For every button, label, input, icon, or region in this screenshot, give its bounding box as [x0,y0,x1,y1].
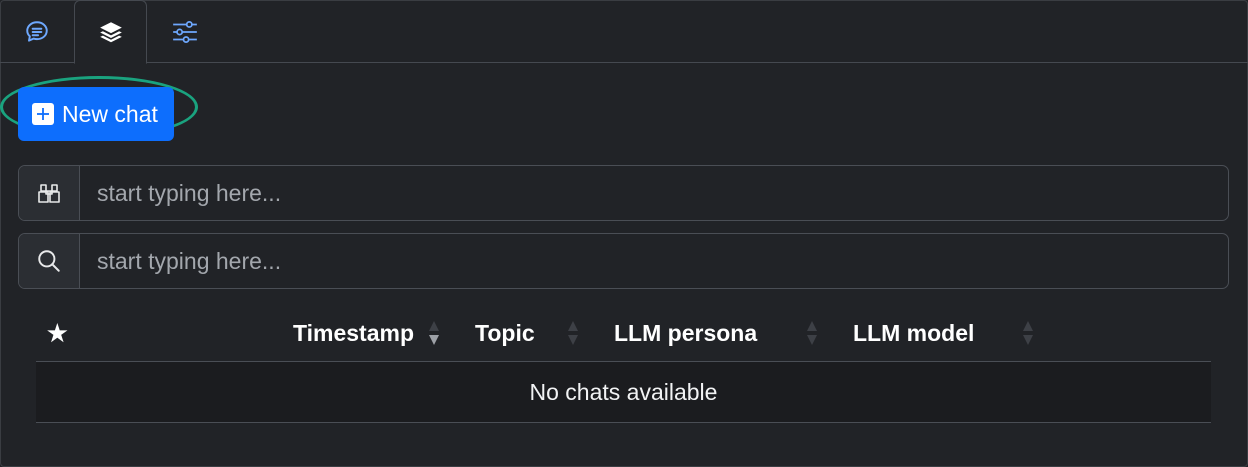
chats-table: ★ Timestamp Topic LLM persona LLM model … [36,305,1211,423]
chat-bubble-icon [25,20,48,42]
new-chat-button[interactable]: New chat [18,87,174,141]
empty-message: No chats available [529,378,718,405]
search-icon [19,234,80,288]
timestamp-header[interactable]: Timestamp [293,305,414,361]
llm-model-header[interactable]: LLM model [853,305,974,361]
tab-bar [0,0,1248,64]
filter-input-1[interactable] [80,166,1228,220]
new-chat-label: New chat [62,100,158,127]
binoculars-icon [19,166,80,220]
sliders-icon [172,20,197,43]
filter-group-search [18,233,1229,289]
star-column-header[interactable]: ★ [47,305,68,361]
sort-icon[interactable] [1020,319,1036,347]
empty-row: No chats available [36,362,1211,423]
filter-group-binoculars [18,165,1229,221]
layers-icon [99,22,122,43]
llm-persona-header[interactable]: LLM persona [614,305,757,361]
sort-icon[interactable] [804,319,820,347]
plus-square-icon [32,103,54,125]
topic-header[interactable]: Topic [475,305,535,361]
table-header: ★ Timestamp Topic LLM persona LLM model [36,305,1211,362]
sort-icon[interactable] [565,319,581,347]
tab-settings[interactable] [148,0,221,63]
tab-layers[interactable] [74,0,147,64]
sort-desc-icon[interactable] [426,319,442,347]
tab-chat[interactable] [0,0,73,63]
new-chat-area: New chat [0,76,202,144]
search-input[interactable] [80,234,1228,288]
